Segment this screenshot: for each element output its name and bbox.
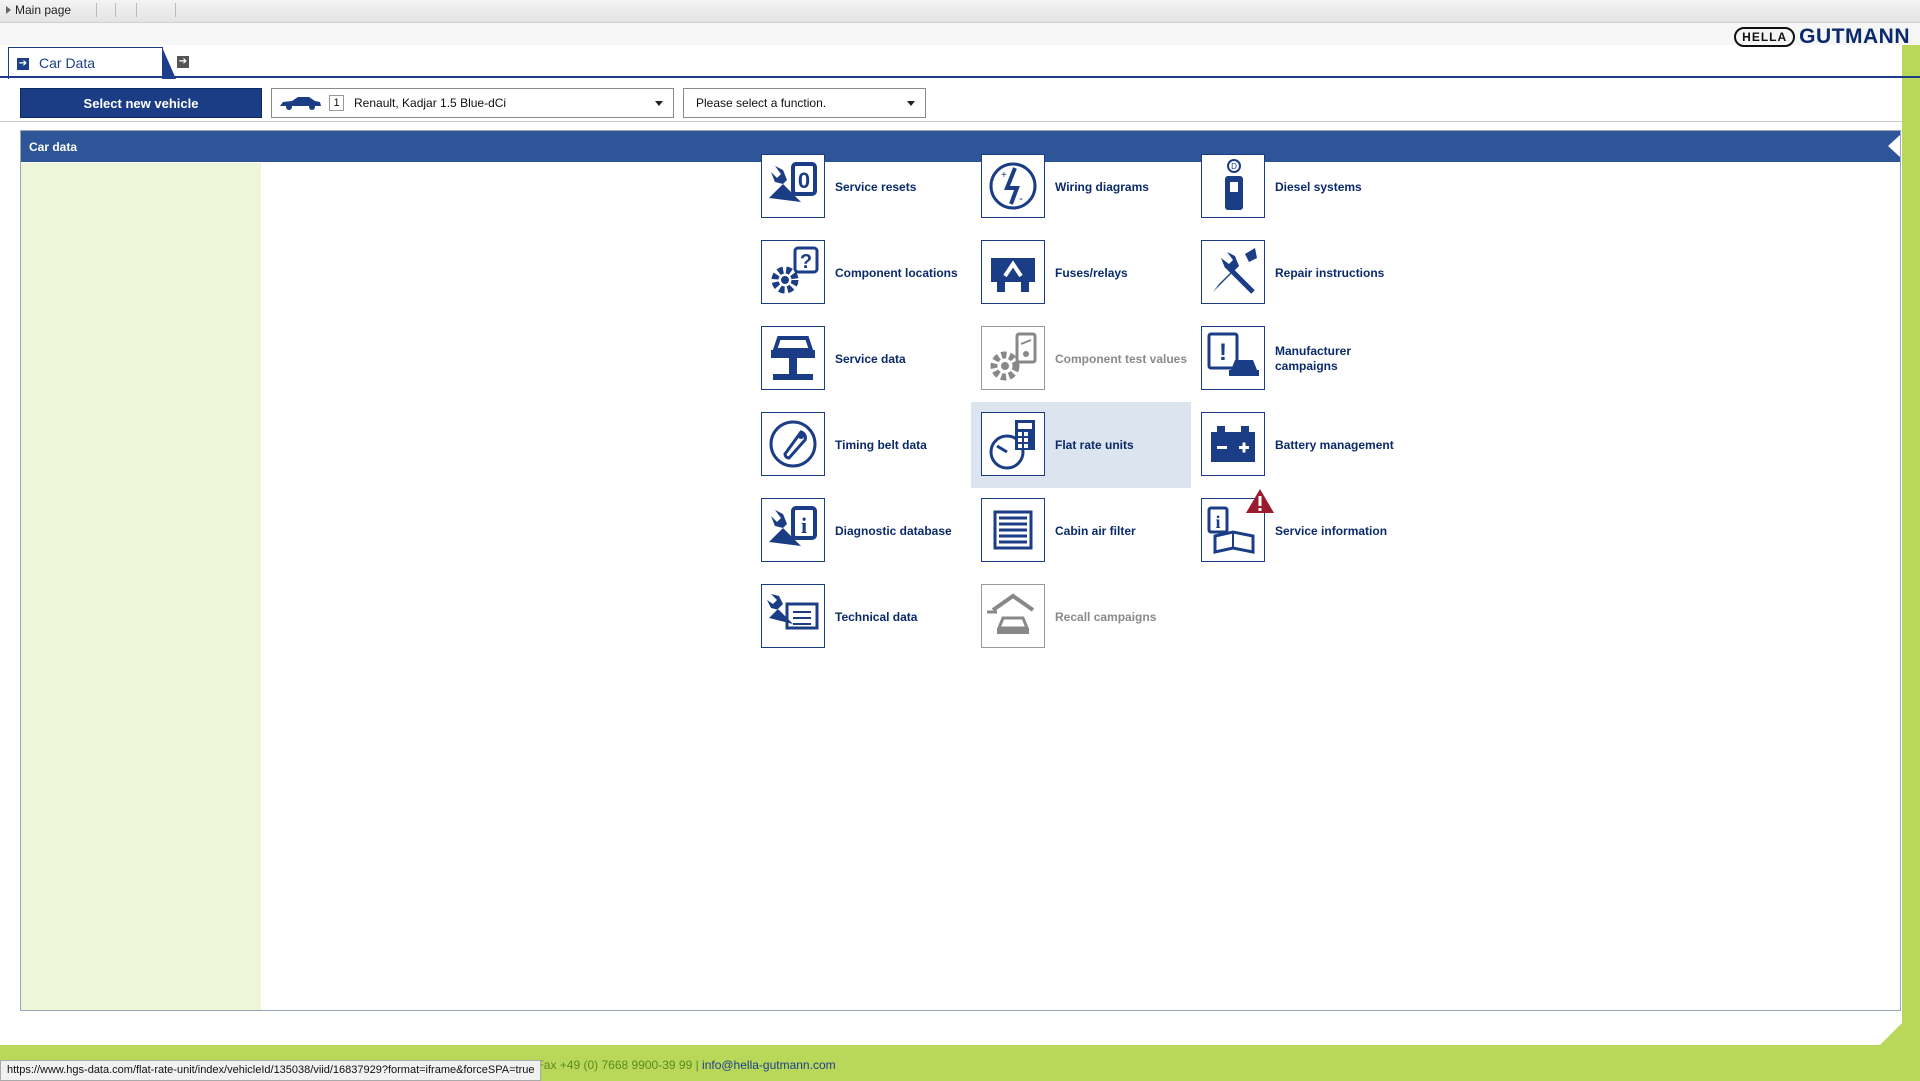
svg-text:+: +: [1001, 170, 1007, 181]
function-wiring-diagrams[interactable]: + - Wiring diagrams: [971, 144, 1191, 230]
battery-icon: [1201, 412, 1265, 476]
menu-separator: [96, 3, 97, 17]
wrench-zero-icon: 0: [761, 154, 825, 218]
svg-text:D: D: [1231, 162, 1237, 171]
breadcrumb[interactable]: Main page: [6, 3, 71, 17]
function-label: Repair instructions: [1275, 265, 1385, 280]
clock-calculator-icon: [981, 412, 1045, 476]
toolbar-divider: [0, 121, 1902, 122]
function-label: Timing belt data: [835, 437, 927, 452]
wrench-screwdriver-icon: [1201, 240, 1265, 304]
function-timing-belt-data[interactable]: Timing belt data: [751, 402, 971, 488]
footer-fax: 0 | Fax +49 (0) 7668 9900-39 99 |: [520, 1058, 703, 1072]
truck-exclamation-icon: !: [1201, 326, 1265, 390]
svg-text:!: !: [1219, 339, 1227, 366]
add-tab-icon[interactable]: ➔: [177, 56, 189, 68]
tab-underline: [0, 76, 1920, 78]
function-select-value: Please select a function.: [696, 96, 827, 110]
fuse-icon: [981, 240, 1045, 304]
svg-text:i: i: [801, 513, 807, 538]
collapse-arrow-icon[interactable]: [1888, 135, 1900, 157]
gear-meter-icon: [981, 326, 1045, 390]
diesel-pump-icon: D: [1201, 154, 1265, 218]
arrow-right-icon: [6, 6, 11, 14]
function-battery-management[interactable]: Battery management: [1191, 402, 1411, 488]
air-filter-icon: [981, 498, 1045, 562]
chevron-down-icon: [655, 101, 663, 106]
function-fuses-relays[interactable]: Fuses/relays: [971, 230, 1191, 316]
function-label: Service information: [1275, 523, 1388, 538]
garage-car-icon: [981, 584, 1045, 648]
function-label: Fuses/relays: [1055, 265, 1128, 280]
wrench-book-icon: [761, 584, 825, 648]
function-technical-data[interactable]: Technical data: [751, 574, 971, 660]
select-new-vehicle-button[interactable]: Select new vehicle: [20, 88, 262, 118]
function-cabin-air-filter[interactable]: Cabin air filter: [971, 488, 1191, 574]
footer-contact: 0 | Fax +49 (0) 7668 9900-39 99 | info@h…: [520, 1058, 836, 1072]
function-diagnostic-database[interactable]: i Diagnostic database: [751, 488, 971, 574]
chevron-down-icon: [907, 101, 915, 106]
function-service-information[interactable]: i Service information: [1191, 488, 1411, 574]
menu-separator: [136, 3, 137, 17]
function-label: Battery management: [1275, 437, 1394, 452]
tab-car-data[interactable]: ➔ Car Data: [8, 47, 176, 79]
vehicle-select[interactable]: 1 Renault, Kadjar 1.5 Blue-dCi: [271, 88, 674, 118]
breadcrumb-main-page[interactable]: Main page: [15, 3, 71, 17]
function-select[interactable]: Please select a function.: [683, 88, 926, 118]
car-lift-icon: [761, 326, 825, 390]
wiring-diagram-icon: + -: [981, 154, 1045, 218]
car-data-panel: Car data 0 Service resets ? Component lo…: [20, 130, 1901, 1011]
top-spacer: [0, 23, 1920, 45]
function-label: Wiring diagrams: [1055, 179, 1149, 194]
function-component-test-values: Component test values: [971, 316, 1191, 402]
function-component-locations[interactable]: ? Component locations: [751, 230, 971, 316]
function-label: Flat rate units: [1055, 437, 1134, 452]
function-service-resets[interactable]: 0 Service resets: [751, 144, 971, 230]
footer-email-link[interactable]: info@hella-gutmann.com: [702, 1058, 836, 1072]
panel-title: Car data: [29, 140, 78, 154]
menu-separator: [115, 3, 116, 17]
menu-separator: [175, 3, 176, 17]
top-menu-bar: Main page: [0, 0, 1920, 23]
warning-triangle-icon: [1246, 489, 1274, 513]
function-recall-campaigns: Recall campaigns: [971, 574, 1191, 660]
gear-question-icon: ?: [761, 240, 825, 304]
status-bar-url: https://www.hgs-data.com/flat-rate-unit/…: [0, 1060, 542, 1081]
vehicle-name: Renault, Kadjar 1.5 Blue-dCi: [354, 96, 507, 110]
function-repair-instructions[interactable]: Repair instructions: [1191, 230, 1411, 316]
timing-belt-icon: [761, 412, 825, 476]
svg-text:0: 0: [798, 168, 810, 193]
wrench-info-icon: i: [761, 498, 825, 562]
function-flat-rate-units[interactable]: Flat rate units: [971, 402, 1191, 488]
arrow-right-icon: ➔: [17, 58, 29, 70]
function-label: Diesel systems: [1275, 179, 1362, 194]
function-label: Diagnostic database: [835, 523, 952, 538]
function-label: Service resets: [835, 179, 917, 194]
hella-gutmann-logo: HELLA GUTMANN: [1734, 24, 1910, 50]
left-sidebar: [21, 163, 261, 1010]
function-service-data[interactable]: Service data: [751, 316, 971, 402]
svg-text:i: i: [1215, 512, 1220, 532]
logo-gutmann: GUTMANN: [1799, 25, 1910, 48]
car-icon: [280, 97, 321, 110]
svg-text:?: ?: [800, 251, 812, 273]
function-diesel-systems[interactable]: D Diesel systems: [1191, 144, 1411, 230]
tab-label: Car Data: [39, 55, 96, 71]
function-label: Technical data: [835, 609, 918, 624]
function-label: Component test values: [1055, 351, 1188, 366]
svg-text:-: -: [1019, 191, 1023, 205]
function-manufacturer-campaigns[interactable]: ! Manufacturer campaigns: [1191, 316, 1411, 402]
function-label: Recall campaigns: [1055, 609, 1157, 624]
logo-hella: HELLA: [1734, 27, 1796, 47]
vehicle-index: 1: [329, 95, 344, 111]
function-label: Component locations: [835, 265, 958, 280]
function-label: Cabin air filter: [1055, 523, 1136, 538]
function-label: Manufacturer campaigns: [1275, 344, 1352, 373]
function-label: Service data: [835, 351, 906, 366]
